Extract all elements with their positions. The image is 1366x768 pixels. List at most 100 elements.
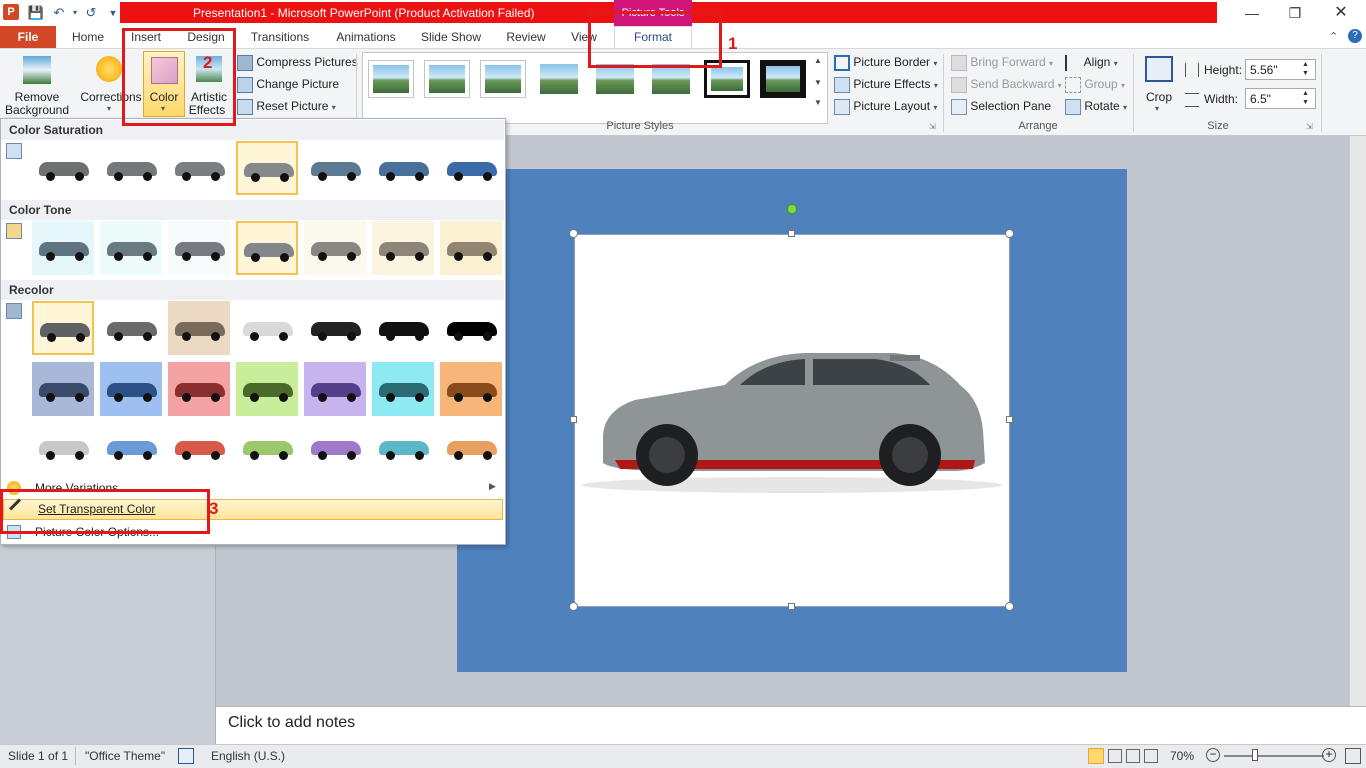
recolor-swatch[interactable] — [168, 420, 230, 474]
resize-handle-bottom-left[interactable] — [569, 602, 578, 611]
collapse-ribbon-icon[interactable]: ⌃ — [1329, 30, 1338, 43]
align-button[interactable]: Align ▾ — [1065, 55, 1118, 71]
selection-pane-button[interactable]: Selection Pane — [951, 99, 1051, 115]
recolor-swatch[interactable] — [32, 420, 94, 474]
resize-handle-bottom-right[interactable] — [1005, 602, 1014, 611]
gallery-more-icon[interactable]: ▼ — [812, 98, 824, 112]
bring-forward-button[interactable]: Bring Forward ▾ — [951, 55, 1053, 71]
recolor-swatch[interactable] — [100, 301, 162, 355]
resize-handle-left[interactable] — [570, 416, 577, 423]
saturation-swatch[interactable] — [32, 141, 94, 195]
picture-style-3[interactable] — [480, 60, 526, 98]
fit-slide-icon[interactable] — [1345, 748, 1361, 764]
recolor-swatch[interactable] — [168, 362, 230, 416]
zoom-in-icon[interactable]: + — [1322, 748, 1336, 762]
tone-swatch[interactable] — [100, 221, 162, 275]
remove-background-button[interactable]: Remove Background — [4, 54, 70, 117]
slide-sorter-icon[interactable] — [1108, 749, 1122, 763]
saturation-swatch[interactable] — [168, 141, 230, 195]
powerpoint-logo-icon[interactable]: P — [3, 4, 19, 20]
tab-transitions[interactable]: Transitions — [246, 27, 314, 47]
recolor-swatch[interactable] — [372, 362, 434, 416]
picture-style-4[interactable] — [536, 60, 582, 98]
recolor-swatch[interactable] — [440, 420, 502, 474]
resize-handle-bottom[interactable] — [788, 603, 795, 610]
width-spinner-icon[interactable]: ▲ ▼ — [1302, 89, 1309, 107]
recolor-swatch[interactable] — [168, 301, 230, 355]
recolor-swatch[interactable] — [304, 301, 366, 355]
normal-view-icon[interactable] — [1088, 748, 1104, 764]
size-launcher-icon[interactable]: ⇲ — [1306, 122, 1313, 131]
recolor-swatch[interactable] — [236, 301, 298, 355]
redo-icon[interactable]: ↺ — [82, 4, 100, 22]
recolor-swatch[interactable] — [32, 362, 94, 416]
selected-picture[interactable] — [574, 234, 1010, 607]
language[interactable]: English (U.S.) — [211, 749, 285, 763]
close-icon[interactable]: ✕ — [1318, 0, 1364, 26]
send-backward-button[interactable]: Send Backward ▾ — [951, 77, 1062, 93]
reading-view-icon[interactable] — [1126, 749, 1140, 763]
minimize-icon[interactable]: — — [1229, 0, 1275, 26]
crop-button[interactable]: Crop ▾ — [1140, 54, 1178, 116]
resize-handle-top-right[interactable] — [1005, 229, 1014, 238]
saturation-swatch[interactable] — [440, 141, 502, 195]
gallery-down-icon[interactable]: ▼ — [812, 78, 824, 92]
recolor-swatch[interactable] — [372, 420, 434, 474]
proofing-icon[interactable] — [178, 748, 194, 764]
slide-show-icon[interactable] — [1144, 749, 1158, 763]
group-button[interactable]: Group ▾ — [1065, 77, 1125, 93]
recolor-swatch[interactable] — [236, 420, 298, 474]
resize-handle-top-left[interactable] — [569, 229, 578, 238]
tab-animations[interactable]: Animations — [332, 27, 400, 47]
picture-style-8[interactable] — [760, 60, 806, 98]
height-spinner-icon[interactable]: ▲ ▼ — [1302, 60, 1309, 78]
gallery-up-icon[interactable]: ▲ — [812, 56, 824, 70]
zoom-slider[interactable] — [1224, 755, 1324, 757]
recolor-swatch[interactable] — [440, 301, 502, 355]
picture-border-button[interactable]: Picture Border ▾ — [834, 55, 937, 71]
recolor-swatch[interactable] — [236, 362, 298, 416]
save-icon[interactable]: 💾 — [27, 4, 45, 22]
picture-style-2[interactable] — [424, 60, 470, 98]
rotation-handle[interactable] — [787, 204, 797, 214]
reset-picture-button[interactable]: Reset Picture ▾ — [237, 99, 336, 115]
restore-icon[interactable]: ❐ — [1272, 0, 1318, 26]
recolor-swatch[interactable] — [32, 301, 94, 355]
rotate-button[interactable]: Rotate ▾ — [1065, 99, 1127, 115]
picture-layout-button[interactable]: Picture Layout ▾ — [834, 99, 937, 115]
tab-home[interactable]: Home — [66, 27, 110, 47]
theme-name[interactable]: "Office Theme" — [85, 749, 165, 763]
recolor-swatch[interactable] — [372, 301, 434, 355]
recolor-swatch[interactable] — [304, 362, 366, 416]
tone-swatch[interactable] — [236, 221, 298, 275]
picture-style-1[interactable] — [368, 60, 414, 98]
tab-file[interactable]: File — [0, 26, 56, 48]
vertical-scrollbar[interactable] — [1349, 136, 1366, 706]
help-icon[interactable]: ? — [1348, 29, 1362, 43]
zoom-slider-thumb[interactable] — [1252, 749, 1258, 761]
saturation-swatch[interactable] — [304, 141, 366, 195]
tone-swatch[interactable] — [32, 221, 94, 275]
tone-swatch[interactable] — [372, 221, 434, 275]
recolor-swatch[interactable] — [304, 420, 366, 474]
zoom-level[interactable]: 70% — [1170, 749, 1194, 763]
picture-styles-launcher-icon[interactable]: ⇲ — [929, 122, 936, 131]
change-picture-button[interactable]: Change Picture — [237, 77, 339, 93]
tone-swatch[interactable] — [440, 221, 502, 275]
recolor-swatch[interactable] — [440, 362, 502, 416]
resize-handle-top[interactable] — [788, 230, 795, 237]
recolor-swatch[interactable] — [100, 362, 162, 416]
notes-pane[interactable] — [216, 706, 1366, 744]
saturation-swatch[interactable] — [236, 141, 298, 195]
saturation-swatch[interactable] — [100, 141, 162, 195]
resize-handle-right[interactable] — [1006, 416, 1013, 423]
saturation-swatch[interactable] — [372, 141, 434, 195]
tone-swatch[interactable] — [304, 221, 366, 275]
tab-slide-show[interactable]: Slide Show — [418, 27, 484, 47]
tone-swatch[interactable] — [168, 221, 230, 275]
zoom-out-icon[interactable]: − — [1206, 748, 1220, 762]
tab-review[interactable]: Review — [504, 27, 548, 47]
recolor-swatch[interactable] — [100, 420, 162, 474]
picture-effects-button[interactable]: Picture Effects ▾ — [834, 77, 938, 93]
compress-pictures-button[interactable]: Compress Pictures — [237, 55, 358, 71]
